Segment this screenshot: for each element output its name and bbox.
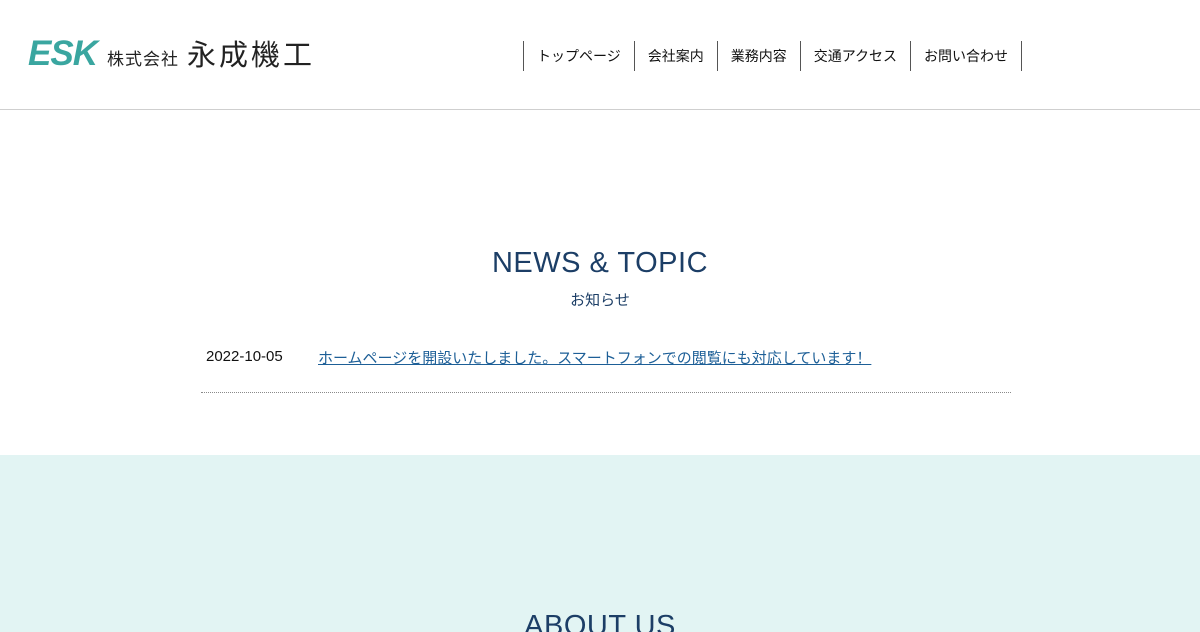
logo-company-prefix: 株式会社 <box>106 50 179 70</box>
nav-item-contact[interactable]: お問い合わせ <box>911 41 1023 71</box>
news-link[interactable]: ホームページを開設いたしました。スマートフォンでの閲覧にも対応しています！ <box>318 347 871 368</box>
global-nav: トップページ 会社案内 業務内容 交通アクセス お問い合わせ <box>523 41 1023 71</box>
logo-mark: ESK <box>28 34 98 73</box>
news-section: NEWS & TOPIC お知らせ 2022-10-05 ホームページを開設いた… <box>0 110 1200 455</box>
nav-item-access[interactable]: 交通アクセス <box>801 41 912 71</box>
site-header: ESK 株式会社 永成機工 トップページ 会社案内 業務内容 交通アクセス お問… <box>0 0 1200 110</box>
about-section: ABOUT US <box>0 455 1200 632</box>
logo-company-name: 永成機工 <box>186 38 315 72</box>
news-list-item: 2022-10-05 ホームページを開設いたしました。スマートフォンでの閲覧にも… <box>201 338 1011 393</box>
news-date: 2022-10-05 <box>206 348 283 365</box>
nav-item-top[interactable]: トップページ <box>524 41 635 71</box>
site-logo[interactable]: ESK 株式会社 永成機工 <box>28 30 315 74</box>
nav-item-services[interactable]: 業務内容 <box>718 41 801 71</box>
news-title: NEWS & TOPIC <box>491 247 709 279</box>
about-title: ABOUT US <box>524 610 676 632</box>
nav-item-company[interactable]: 会社案内 <box>635 41 718 71</box>
news-subtitle: お知らせ <box>570 291 630 309</box>
